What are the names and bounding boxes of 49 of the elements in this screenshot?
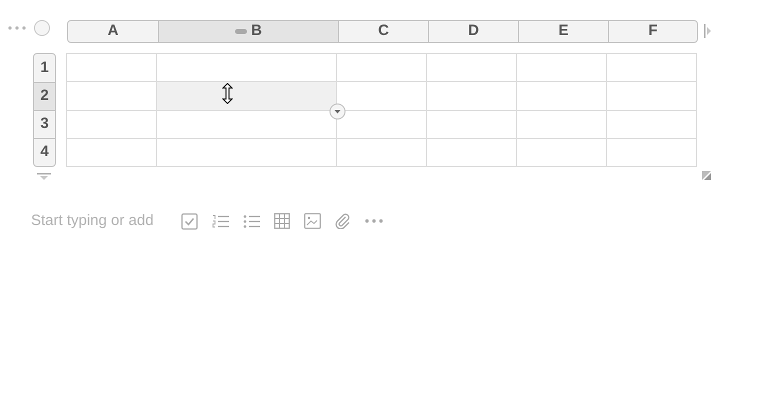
- column-header[interactable]: C: [378, 21, 389, 42]
- table-cell[interactable]: [517, 138, 607, 167]
- dropdown-icon[interactable]: [329, 103, 346, 120]
- row-header[interactable]: 4: [34, 138, 55, 166]
- column-header[interactable]: F: [648, 21, 658, 42]
- table-cell[interactable]: [157, 54, 337, 82]
- drag-handle-icon[interactable]: [235, 29, 248, 34]
- table-cell[interactable]: [67, 138, 157, 167]
- row-header[interactable]: 2: [34, 82, 55, 110]
- table-cell[interactable]: [517, 110, 607, 139]
- image-icon[interactable]: [304, 213, 321, 230]
- table-cell[interactable]: [157, 110, 337, 139]
- table-cell[interactable]: [337, 54, 427, 82]
- table-cell[interactable]: [337, 138, 427, 167]
- table-cell[interactable]: [517, 82, 607, 110]
- table-cell[interactable]: [427, 54, 517, 82]
- column-header[interactable]: E: [558, 21, 568, 42]
- selected-cell[interactable]: [157, 82, 337, 110]
- column-header[interactable]: B: [251, 21, 262, 42]
- table-cell[interactable]: [157, 138, 337, 167]
- row-header[interactable]: 1: [34, 54, 55, 82]
- more-icon[interactable]: [8, 26, 26, 30]
- table-cell[interactable]: [427, 138, 517, 167]
- table-cell[interactable]: [517, 54, 607, 82]
- table-icon[interactable]: [274, 213, 290, 230]
- cursor-icon: [222, 83, 233, 104]
- table-cell[interactable]: [607, 110, 697, 139]
- table-cell[interactable]: [427, 110, 517, 139]
- table-cell[interactable]: [67, 54, 157, 82]
- table-cell[interactable]: [67, 82, 157, 110]
- column-insert-icon[interactable]: [704, 24, 712, 38]
- table-cell[interactable]: [337, 110, 427, 139]
- resize-icon[interactable]: [702, 171, 711, 180]
- table-cell[interactable]: [607, 54, 697, 82]
- table-cell[interactable]: [607, 138, 697, 167]
- row-insert-icon[interactable]: [37, 173, 51, 181]
- paperclip-icon[interactable]: [335, 213, 351, 230]
- bullet-list-icon[interactable]: [243, 214, 260, 229]
- table-cell[interactable]: [427, 82, 517, 110]
- row-header[interactable]: 3: [34, 110, 55, 138]
- more-icon[interactable]: [365, 219, 383, 224]
- table-cell[interactable]: [67, 110, 157, 139]
- checkbox-icon[interactable]: [181, 212, 198, 230]
- column-header[interactable]: A: [108, 21, 118, 42]
- numbered-list-icon[interactable]: [212, 214, 229, 229]
- column-header[interactable]: D: [468, 21, 479, 42]
- select-all-button[interactable]: [34, 20, 50, 36]
- text-input[interactable]: Start typing or add: [31, 210, 167, 232]
- table-cell[interactable]: [607, 82, 697, 110]
